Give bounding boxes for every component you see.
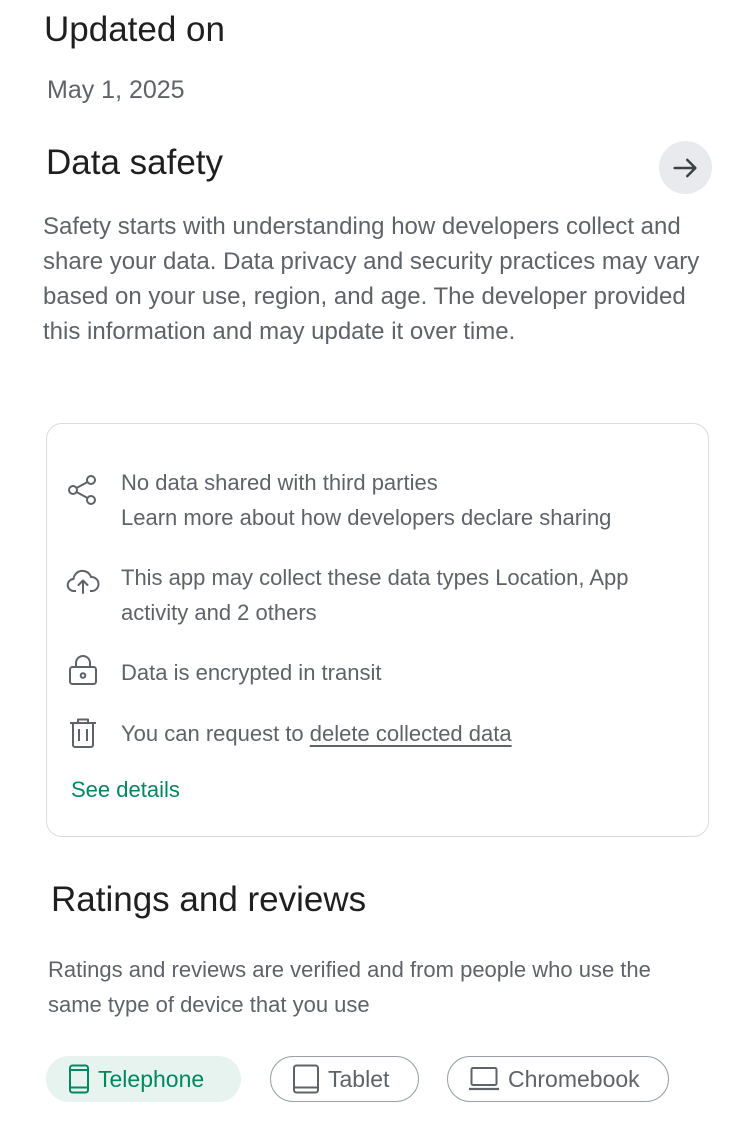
updated-date: May 1, 2025 (47, 76, 185, 104)
chip-tablet[interactable]: Tablet (270, 1056, 419, 1102)
see-details-link[interactable]: See details (71, 777, 180, 803)
collection-line2: activity and 2 others (121, 600, 317, 625)
ratings-description: Ratings and reviews are verified and fro… (48, 957, 651, 1017)
data-safety-item-collection: This app may collect these data types Lo… (121, 560, 681, 630)
phone-icon (69, 1064, 89, 1094)
chip-telephone[interactable]: Telephone (46, 1056, 241, 1102)
chip-telephone-label: Telephone (98, 1065, 205, 1092)
sharing-learn-more[interactable]: Learn more about how developers declare … (121, 500, 681, 535)
data-safety-item-encryption: Data is encrypted in transit (121, 660, 382, 685)
chip-tablet-label: Tablet (328, 1065, 390, 1092)
laptop-icon (469, 1067, 499, 1091)
collection-line1: This app may collect these data types Lo… (121, 565, 629, 590)
chip-chromebook-label: Chromebook (508, 1065, 640, 1092)
data-safety-heading: Data safety (46, 143, 224, 182)
data-safety-item-deletion: You can request to delete collected data (121, 716, 681, 751)
data-safety-arrow-button[interactable] (659, 141, 712, 194)
tablet-icon (293, 1064, 319, 1094)
ratings-heading: Ratings and reviews (51, 880, 367, 919)
cloud-upload-icon (66, 569, 100, 594)
trash-icon (70, 718, 96, 748)
lock-icon (69, 655, 97, 685)
updated-on-heading: Updated on (44, 10, 225, 49)
sharing-text: No data shared with third parties (121, 470, 438, 495)
chip-chromebook[interactable]: Chromebook (447, 1056, 669, 1102)
arrow-right-icon (673, 158, 697, 177)
deletion-prefix: You can request to (121, 721, 310, 746)
share-icon (68, 475, 96, 505)
data-safety-item-sharing: No data shared with third parties Learn … (121, 465, 681, 535)
delete-collected-data-link[interactable]: delete collected data (310, 721, 512, 746)
data-safety-description: Safety starts with understanding how dev… (43, 213, 700, 345)
